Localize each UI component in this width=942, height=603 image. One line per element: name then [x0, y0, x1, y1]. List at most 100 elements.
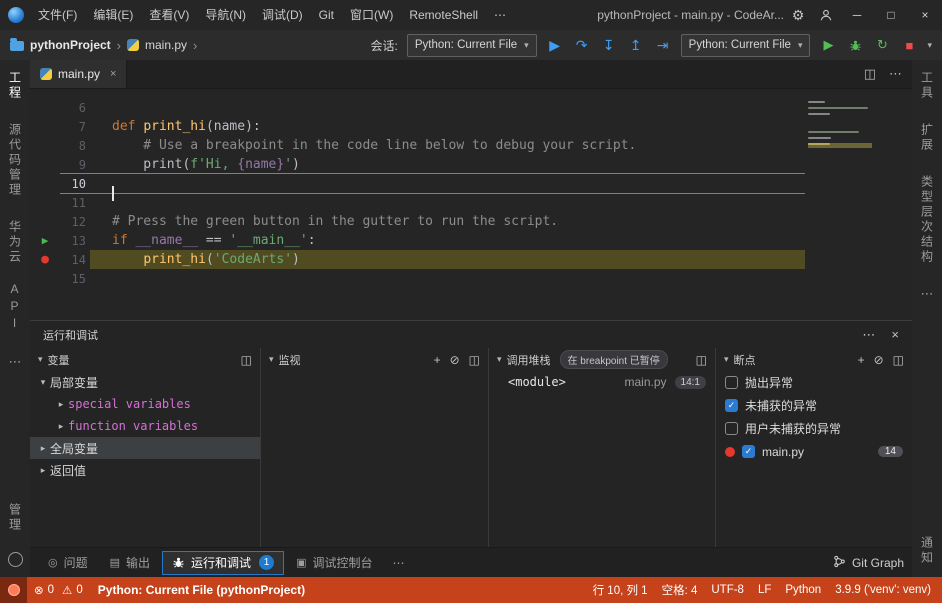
more-panels-icon[interactable]: ⋯ [384, 556, 412, 570]
menu-item-5[interactable]: 调试(D) [254, 0, 311, 30]
menu-item-1[interactable]: 文件(F) [30, 0, 85, 30]
menu-item-7[interactable]: 窗口(W) [342, 0, 401, 30]
open-panel-icon[interactable]: ◫ [241, 353, 252, 367]
step-out-icon[interactable]: ↥ [627, 37, 645, 54]
run-line-icon[interactable]: ▶ [30, 231, 60, 250]
stop-icon[interactable]: ■ [900, 38, 918, 53]
status-item-6[interactable]: 3.9.9 ('venv': venv) [828, 584, 938, 596]
code-editor[interactable]: 67def print_hi(name):8 # Use a breakpoin… [30, 89, 912, 320]
right-activity-item-2[interactable]: 扩展 [919, 123, 936, 153]
variables-row-5[interactable]: ▸返回值 [30, 459, 260, 481]
launch-config-select[interactable]: Python: Current File ▾ [681, 34, 811, 57]
minimize-button[interactable]: ─ [840, 0, 874, 30]
editor-line-12[interactable]: 12# Press the green button in the gutter… [30, 212, 912, 231]
close-panel-icon[interactable]: × [891, 327, 899, 343]
session-select[interactable]: Python: Current File ▾ [407, 34, 537, 57]
account-icon[interactable] [812, 8, 840, 22]
checkbox[interactable] [725, 376, 738, 389]
menu-item-4[interactable]: 导航(N) [197, 0, 254, 30]
deactivate-breakpoints-icon[interactable]: ⊘ [874, 353, 884, 367]
watch-header[interactable]: ▾ 监视 + ⊘ ◫ [261, 348, 488, 371]
open-panel-icon[interactable]: ◫ [893, 353, 904, 367]
checkbox[interactable]: ✓ [742, 445, 755, 458]
debug-config-status[interactable]: Python: Current File (pythonProject) [90, 583, 313, 597]
right-bottom-activity-item-1[interactable]: 通知 [919, 536, 936, 566]
editor-line-11[interactable]: 11 [30, 193, 912, 212]
panel-tab-4[interactable]: ▣调试控制台 [286, 551, 382, 575]
left-activity-item-1[interactable]: 工程 [7, 71, 24, 101]
breadcrumb-project[interactable]: pythonProject [30, 38, 111, 52]
breakpoint-row-3[interactable]: 用户未捕获的异常 [716, 417, 912, 440]
breakpoint-row-1[interactable]: 抛出异常 [716, 371, 912, 394]
chevron-down-icon[interactable]: ▾ [927, 40, 932, 51]
step-over-icon[interactable]: ↷ [573, 37, 591, 54]
panel-tab-3[interactable]: 运行和调试1 [162, 551, 284, 575]
variables-row-2[interactable]: ▸special variables [30, 393, 260, 415]
run-to-cursor-icon[interactable]: ⇥ [654, 37, 672, 54]
variables-row-3[interactable]: ▸function variables [30, 415, 260, 437]
debug-button[interactable] [846, 39, 864, 52]
right-activity-item-3[interactable]: 类型层次结构 [919, 175, 936, 265]
breakpoint-row-2[interactable]: ✓未捕获的异常 [716, 394, 912, 417]
left-more-icon[interactable]: ⋯ [9, 354, 22, 370]
status-item-1[interactable]: 行 10, 列 1 [586, 582, 655, 598]
call-stack-header[interactable]: ▾ 调用堆栈 在 breakpoint 已暂停 ◫ [489, 348, 715, 371]
menu-overflow-icon[interactable]: ⋯ [486, 0, 514, 30]
continue-icon[interactable]: ▶ [546, 37, 564, 54]
call-stack-frame[interactable]: <module>main.py14:1 [489, 371, 715, 393]
menu-item-2[interactable]: 编辑(E) [85, 0, 141, 30]
restart-icon[interactable]: ↻ [873, 37, 891, 53]
close-button[interactable]: × [908, 0, 942, 30]
right-more-icon[interactable]: ⋯ [921, 286, 934, 302]
editor-line-15[interactable]: 15 [30, 269, 912, 288]
add-watch-icon[interactable]: + [434, 353, 441, 367]
more-actions-icon[interactable]: ⋯ [889, 66, 902, 82]
editor-line-7[interactable]: 7def print_hi(name): [30, 117, 912, 136]
variables-row-1[interactable]: ▾局部变量 [30, 371, 260, 393]
menu-item-3[interactable]: 查看(V) [141, 0, 197, 30]
breakpoints-header[interactable]: ▾ 断点 + ⊘ ◫ [716, 348, 912, 371]
split-editor-icon[interactable]: ◫ [864, 66, 876, 82]
tab-main-py[interactable]: main.py × [30, 60, 127, 88]
open-panel-icon[interactable]: ◫ [469, 353, 480, 367]
deactivate-icon[interactable]: ⊘ [450, 353, 460, 367]
settings-gear-icon[interactable]: ⚙ [784, 7, 812, 24]
user-avatar-icon[interactable] [8, 552, 23, 567]
git-graph-button[interactable]: Git Graph [833, 555, 904, 571]
checkbox[interactable] [725, 422, 738, 435]
breakpoint-row-4[interactable]: ✓main.py14 [716, 440, 912, 463]
left-bottom-activity-item-1[interactable]: 管理 [7, 503, 24, 533]
more-actions-icon[interactable]: ⋯ [862, 327, 875, 343]
variables-row-4[interactable]: ▸全局变量 [30, 437, 260, 459]
left-activity-item-2[interactable]: 源代码管理 [7, 123, 24, 198]
breakpoint-dot-icon[interactable]: ● [30, 250, 60, 269]
editor-line-14[interactable]: ●14 print_hi('CodeArts') [30, 250, 912, 269]
panel-tab-2[interactable]: ▤输出 [100, 551, 160, 575]
menu-item-6[interactable]: Git [311, 0, 342, 30]
checkbox[interactable]: ✓ [725, 399, 738, 412]
close-tab-icon[interactable]: × [110, 68, 116, 80]
maximize-button[interactable]: □ [874, 0, 908, 30]
editor-line-9[interactable]: 9 print(f'Hi, {name}') [30, 155, 912, 174]
right-activity-item-1[interactable]: 工具 [919, 71, 936, 101]
error-count[interactable]: ⊗ 0 ⚠ 0 [27, 583, 90, 597]
status-item-4[interactable]: LF [751, 584, 778, 596]
editor-line-10[interactable]: 10 [30, 174, 912, 193]
add-breakpoint-icon[interactable]: + [858, 353, 865, 367]
editor-line-6[interactable]: 6 [30, 98, 912, 117]
status-item-3[interactable]: UTF-8 [704, 584, 751, 596]
status-item-2[interactable]: 空格: 4 [655, 582, 705, 598]
editor-line-8[interactable]: 8 # Use a breakpoint in the code line be… [30, 136, 912, 155]
left-activity-item-3[interactable]: 华为云 API [7, 220, 24, 333]
minimap[interactable] [808, 95, 872, 157]
menu-item-8[interactable]: RemoteShell [401, 0, 486, 30]
panel-tab-1[interactable]: ◎问题 [38, 551, 98, 575]
step-into-icon[interactable]: ↧ [600, 37, 618, 54]
remote-indicator[interactable] [0, 577, 27, 603]
status-item-5[interactable]: Python [778, 584, 828, 596]
run-button[interactable]: ▶ [819, 37, 837, 53]
open-panel-icon[interactable]: ◫ [696, 353, 707, 367]
editor-line-13[interactable]: ▶13if __name__ == '__main__': [30, 231, 912, 250]
breadcrumb-file[interactable]: main.py [145, 38, 187, 52]
variables-header[interactable]: ▾ 变量 ◫ [30, 348, 260, 371]
